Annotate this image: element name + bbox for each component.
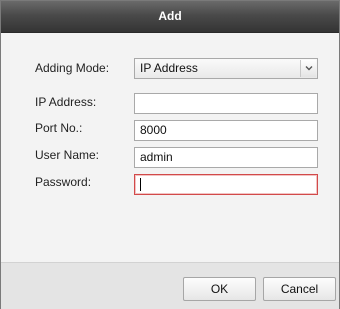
add-device-dialog: Add Adding Mode: IP Address IP Address: …: [0, 0, 340, 309]
dialog-title: Add: [158, 9, 182, 23]
cancel-button[interactable]: Cancel: [263, 277, 336, 301]
ip-address-label: IP Address:: [35, 95, 97, 109]
port-label: Port No.:: [35, 121, 83, 135]
dialog-body: Adding Mode: IP Address IP Address: Port…: [1, 33, 339, 262]
adding-mode-value: IP Address: [140, 61, 198, 75]
ok-button[interactable]: OK: [183, 277, 256, 301]
port-input[interactable]: 8000: [134, 120, 318, 141]
user-name-input[interactable]: admin: [134, 147, 318, 168]
password-input[interactable]: [134, 174, 318, 195]
adding-mode-dropdown-button[interactable]: [300, 60, 316, 77]
chevron-down-icon: [305, 66, 313, 71]
user-name-label: User Name:: [35, 148, 100, 162]
adding-mode-select[interactable]: IP Address: [134, 58, 318, 79]
dialog-footer: OK Cancel: [1, 262, 339, 309]
adding-mode-label: Adding Mode:: [35, 61, 110, 75]
ip-address-input[interactable]: [134, 93, 318, 114]
title-bar[interactable]: Add: [1, 1, 339, 33]
text-caret: [140, 178, 141, 191]
password-label: Password:: [35, 175, 92, 189]
